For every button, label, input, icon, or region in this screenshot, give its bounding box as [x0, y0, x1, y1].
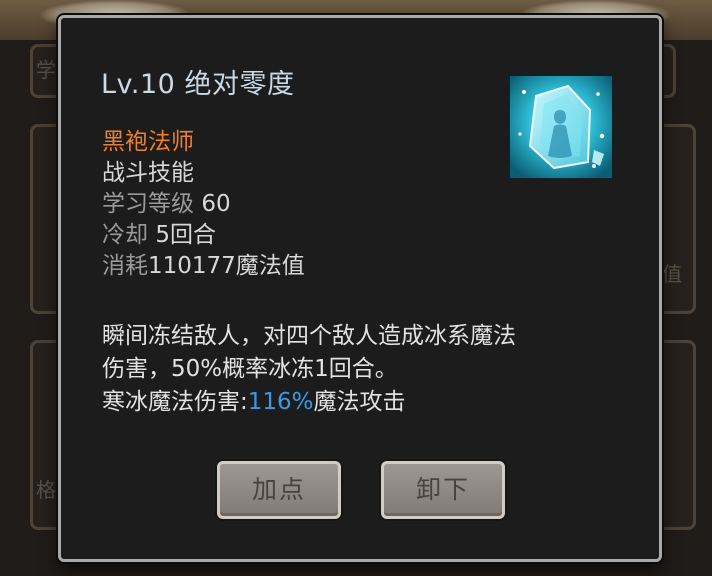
skill-description: 瞬间冻结敌人，对四个敌人造成冰系魔法 伤害，50%概率冰冻1回合。 寒冰魔法伤害…	[102, 320, 622, 419]
damage-suffix: 魔法攻击	[313, 389, 406, 415]
background-glyph-value: 值	[662, 262, 682, 286]
skill-type: 战斗技能	[102, 160, 194, 186]
description-line-3: 寒冰魔法伤害:116%魔法攻击	[102, 386, 622, 419]
add-point-button[interactable]: 加点	[217, 461, 341, 519]
damage-label: 寒冰魔法伤害:	[102, 389, 248, 415]
description-line-2: 伤害，50%概率冰冻1回合。	[102, 356, 398, 382]
skill-detail-dialog: Lv.10 绝对零度 黑袍法师 战斗技能 学习等级 60 冷却 5回合 消耗11…	[58, 15, 662, 562]
learn-level-label: 学习等级	[102, 191, 194, 217]
cost-label: 消耗	[102, 253, 148, 279]
cost-row: 消耗110177魔法值	[102, 251, 305, 282]
unequip-button[interactable]: 卸下	[381, 461, 505, 519]
background-glyph-study: 学	[36, 58, 56, 82]
ice-crystal-figure-icon	[508, 74, 614, 180]
learn-level-row: 学习等级 60	[102, 189, 231, 220]
description-line-1: 瞬间冻结敌人，对四个敌人造成冰系魔法	[102, 323, 516, 349]
background-glyph-grid: 格	[36, 478, 56, 502]
cooldown-row: 冷却 5回合	[102, 220, 216, 251]
skill-title: Lv.10 绝对零度	[101, 69, 295, 100]
cooldown-value: 5回合	[155, 222, 216, 248]
cost-value: 110177魔法值	[148, 253, 305, 279]
cooldown-label: 冷却	[102, 222, 148, 248]
character-class: 黑袍法师	[102, 129, 194, 155]
damage-percent: 116%	[247, 389, 314, 415]
learn-level-value: 60	[201, 191, 231, 217]
